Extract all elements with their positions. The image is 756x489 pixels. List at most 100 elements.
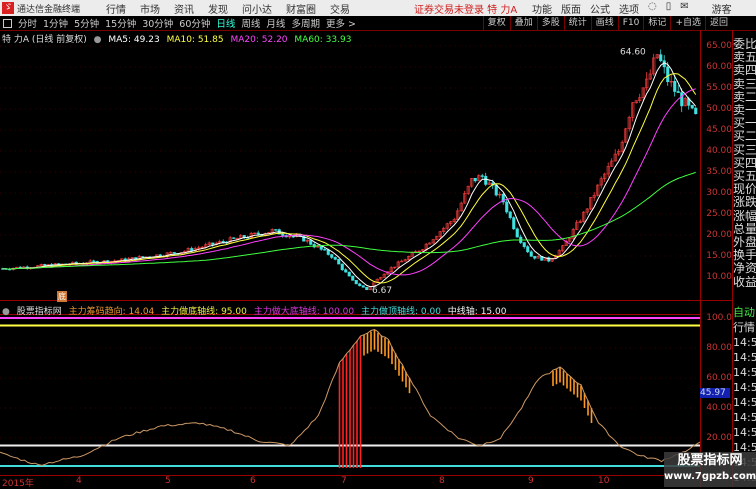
candle-body bbox=[92, 260, 96, 262]
login-warning: 证券交易未登录 特 力A bbox=[414, 4, 518, 16]
candle-body bbox=[522, 242, 526, 247]
candle-body bbox=[172, 252, 176, 254]
tick-time: 14:50 bbox=[733, 411, 756, 424]
candle-body bbox=[473, 177, 477, 182]
settings-icon[interactable]: ● bbox=[2, 307, 10, 317]
candle-body bbox=[221, 241, 225, 243]
date-label: 4 bbox=[76, 476, 82, 486]
candle-body bbox=[340, 263, 344, 270]
price-tick: 30.00 bbox=[706, 188, 732, 198]
period-tab[interactable]: 多周期 bbox=[291, 16, 320, 30]
indicator-tick: 80.00 bbox=[706, 343, 732, 353]
candle-body bbox=[274, 229, 278, 231]
candle-body bbox=[319, 246, 323, 250]
quote-label: 卖三 bbox=[733, 77, 756, 91]
candle-body bbox=[361, 285, 365, 288]
period-tab[interactable]: 1分钟 bbox=[43, 16, 68, 30]
candle-body bbox=[330, 254, 334, 258]
tick-time: 14:50 bbox=[733, 366, 756, 379]
price-tick: 55.00 bbox=[706, 83, 732, 93]
candle-body bbox=[281, 233, 285, 236]
quote-label: 委比 bbox=[733, 38, 756, 51]
indicator-tick: 60.00 bbox=[706, 373, 732, 383]
service-icon[interactable]: ◌ bbox=[648, 1, 657, 16]
tick-time: 自动 bbox=[733, 306, 755, 319]
candle-body bbox=[211, 242, 215, 245]
candle-body bbox=[508, 211, 512, 218]
quote-label: 买五 bbox=[733, 170, 756, 184]
candle-body bbox=[505, 201, 509, 213]
menu-quotes[interactable]: 行情 bbox=[106, 1, 126, 16]
menu-news[interactable]: 资讯 bbox=[174, 1, 194, 16]
date-label: 10 bbox=[598, 476, 610, 486]
price-tick: 15.00 bbox=[706, 251, 732, 261]
candle-body bbox=[354, 280, 358, 285]
panel-toggle-icon[interactable] bbox=[3, 18, 12, 28]
kline-chart[interactable]: 64.60 6.67 bbox=[0, 30, 756, 487]
indicator-tick: 20.00 bbox=[706, 433, 732, 443]
period-tab[interactable]: 周线 bbox=[241, 16, 260, 30]
quote-label: 买二 bbox=[733, 130, 756, 144]
candle-body bbox=[673, 81, 677, 92]
price-tick: 65.00 bbox=[706, 41, 732, 51]
tool-button[interactable]: 复权 bbox=[482, 16, 510, 31]
app-title: 通达信金融终端 bbox=[17, 4, 81, 15]
tool-button[interactable]: 画线 bbox=[590, 16, 618, 31]
ma10-line bbox=[2, 73, 697, 284]
menu-function[interactable]: 功能 bbox=[532, 1, 552, 16]
quote-label: 总量 bbox=[733, 222, 756, 236]
phone-icon[interactable]: ▯ bbox=[666, 1, 672, 16]
tick-time: 14:50 bbox=[733, 351, 756, 364]
candle-body bbox=[141, 256, 145, 258]
tool-button[interactable]: 标记 bbox=[643, 16, 670, 31]
tool-button[interactable]: +自选 bbox=[670, 16, 705, 31]
date-label: 5 bbox=[165, 476, 171, 486]
title-bar: ゞ 通达信金融终端 行情 市场 资讯 发现 问小达 财富圈 交易 证券交易未登录… bbox=[0, 0, 756, 16]
menu-layout[interactable]: 版面 bbox=[561, 1, 581, 16]
quote-label: 卖二 bbox=[733, 90, 756, 104]
candle-body bbox=[659, 54, 663, 61]
period-tab[interactable]: 60分钟 bbox=[179, 16, 210, 30]
chart-tools: 复权 叠加 多股 统计 画线 F10 标记 +自选 返回 bbox=[482, 16, 732, 31]
tick-time: 14:50 bbox=[733, 381, 756, 394]
menu-ask[interactable]: 问小达 bbox=[242, 1, 272, 16]
candle-body bbox=[690, 105, 694, 109]
tool-button[interactable]: 叠加 bbox=[509, 16, 537, 31]
guest-user[interactable]: 游客 bbox=[712, 1, 732, 16]
tool-button[interactable]: 统计 bbox=[563, 16, 591, 31]
menu-trade[interactable]: 交易 bbox=[330, 1, 350, 16]
tool-button[interactable]: F10 bbox=[617, 16, 644, 31]
price-tick: 45.00 bbox=[706, 125, 732, 135]
candle-body bbox=[494, 184, 498, 196]
candle-body bbox=[533, 256, 537, 259]
tool-button[interactable]: 多股 bbox=[536, 16, 564, 31]
period-tab-daily[interactable]: 日线 bbox=[216, 16, 235, 30]
period-tab[interactable]: 30分钟 bbox=[142, 16, 173, 30]
period-tab[interactable]: 15分钟 bbox=[105, 16, 136, 30]
menu-formula[interactable]: 公式 bbox=[590, 1, 610, 16]
low-annotation: 6.67 bbox=[372, 286, 392, 296]
period-tab[interactable]: 分时 bbox=[18, 16, 37, 30]
menu-options[interactable]: 选项 bbox=[619, 1, 639, 16]
indicator-tick: 40.00 bbox=[706, 403, 732, 413]
tick-time: 14:50 bbox=[733, 426, 756, 439]
quote-label: 现价 bbox=[733, 183, 756, 197]
candle-body bbox=[515, 228, 519, 238]
menu-market[interactable]: 市场 bbox=[140, 1, 160, 16]
price-tick: 40.00 bbox=[706, 146, 732, 156]
tool-button[interactable]: 返回 bbox=[704, 16, 732, 31]
menu-wealth[interactable]: 财富圈 bbox=[286, 1, 316, 16]
date-label: 8 bbox=[439, 476, 445, 486]
quote-label: 净资 bbox=[733, 262, 756, 276]
message-icon[interactable]: ✉ bbox=[680, 1, 688, 16]
indicator-value-badge: 45.97 bbox=[700, 388, 730, 398]
quote-label: 换手 bbox=[733, 249, 756, 263]
menu-discover[interactable]: 发现 bbox=[208, 1, 228, 16]
period-tab[interactable]: 月线 bbox=[266, 16, 285, 30]
indicator-title: ● 股票指标网 主力筹码趋向: 14.04 主力做底轴线: 95.00 主力做大… bbox=[2, 304, 510, 317]
candle-body bbox=[676, 91, 680, 93]
candle-body bbox=[323, 249, 327, 251]
ma20-line bbox=[2, 88, 696, 276]
more-button[interactable]: 更多 > bbox=[326, 16, 356, 30]
period-tab[interactable]: 5分钟 bbox=[74, 16, 99, 30]
